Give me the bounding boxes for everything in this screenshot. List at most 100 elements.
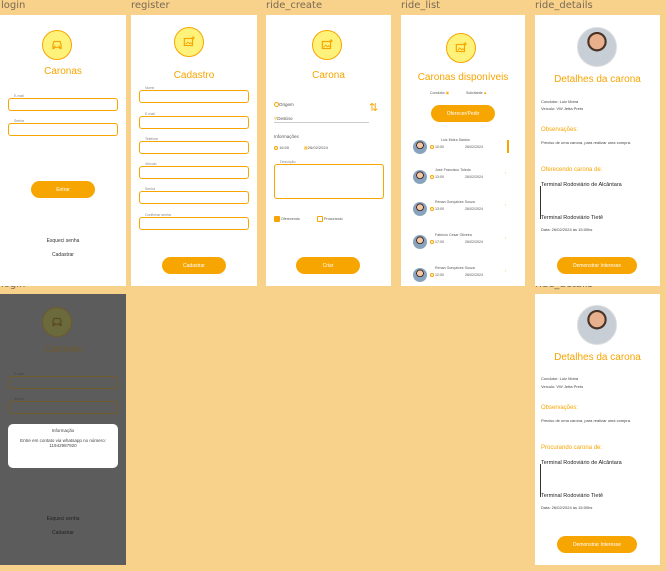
modal-text: Entre em contato via whatsapp no número:… — [20, 438, 106, 449]
list-item[interactable]: Fabrício Cesar Oliveira 17:00 26/02/2024… — [413, 233, 513, 251]
ride-time: 13:00 — [430, 207, 444, 212]
modal-title: Informação — [51, 428, 75, 433]
show-interest-button[interactable]: Demonstrar Interesse — [557, 536, 637, 553]
ride-time: 12:00 — [430, 273, 444, 278]
list-item[interactable]: Luiz Moira Santos 10:00 26/02/2024 — [413, 138, 513, 156]
list-item[interactable]: José Francisco Toledo 13:00 26/02/2024 › — [413, 168, 513, 186]
password-field[interactable]: Senha — [8, 397, 118, 414]
driver-text: Condutor: Luiz Moira — [541, 99, 579, 104]
vehicle-text: Veículo: VW Jetta Preto — [541, 384, 584, 389]
ride-name: Fabrício Cesar Oliveira — [435, 233, 472, 237]
ride-name: Renan Gonçalves Souza — [435, 200, 475, 204]
ride-time: 17:00 — [430, 240, 444, 245]
vehicle-label: Veículo — [144, 162, 158, 166]
password-field[interactable]: Senha — [8, 119, 118, 136]
offer-request-button[interactable]: Oferecer/Pedir — [431, 105, 495, 122]
observations-text: Preciso de uma carona, para realizar uma… — [541, 140, 632, 145]
login-button[interactable]: Entrar — [31, 181, 95, 198]
clock-icon — [430, 145, 434, 150]
chevron-right-icon: › — [505, 236, 507, 240]
clock-icon — [430, 273, 434, 278]
phone-field[interactable]: Telefone — [139, 137, 249, 154]
page-title: Caronas — [44, 66, 82, 77]
person-icon: ♟ — [483, 91, 487, 95]
ride-time: 13:00 — [430, 175, 444, 180]
route-from: Terminal Rodoviário de Alcântara — [541, 182, 622, 188]
ride-date: 26/02/2024 — [465, 175, 483, 179]
car-logo-icon — [42, 307, 72, 337]
requester-filter[interactable]: Solicitante ♟ — [466, 91, 487, 95]
forgot-password-link[interactable]: Esqueci senha — [0, 238, 126, 244]
time-field[interactable]: 16:00 — [274, 145, 289, 150]
confirm-password-field[interactable]: Confirmar senha — [139, 213, 249, 230]
register-password-label: Senha — [144, 187, 157, 191]
destination-field[interactable]: ⚲Destino — [274, 116, 369, 123]
password-label: Senha — [13, 119, 26, 123]
seeking-checkbox[interactable]: Procurando — [317, 216, 343, 222]
name-label: Nome — [144, 86, 156, 90]
avatar — [413, 140, 427, 154]
email-field[interactable]: E-mail — [8, 94, 118, 111]
driver-filter[interactable]: Condutor ▣ — [430, 91, 449, 95]
route-to: Terminal Rodoviário Tietê — [541, 215, 604, 221]
ride-create-screen: Carona Origem ⚲Destino ⇅ Informações 16:… — [266, 15, 391, 286]
list-item[interactable]: Renan Gonçalves Souza 13:00 26/02/2024 › — [413, 200, 513, 218]
frame-label-ride-create: ride_create — [266, 0, 323, 11]
signup-link[interactable]: Cadastrar — [0, 252, 126, 258]
scrollbar[interactable] — [507, 140, 509, 153]
origin-field[interactable]: Origem — [274, 102, 294, 108]
show-interest-button[interactable]: Demonstrar Interesse — [557, 257, 637, 274]
route-from: Terminal Rodoviário de Alcântara — [541, 460, 622, 466]
vehicle-field[interactable]: Veículo — [139, 162, 249, 179]
route-to: Terminal Rodoviário Tietê — [541, 493, 604, 499]
avatar — [413, 268, 427, 282]
car-logo-icon — [42, 30, 72, 60]
offering-checkbox[interactable]: Oferecendo — [274, 216, 300, 222]
observations-text: Preciso de uma carona, para realizar uma… — [541, 418, 632, 423]
ride-date: 26/02/2024 — [465, 207, 483, 211]
clock-icon — [430, 175, 434, 180]
forgot-password-link[interactable]: Esqueci senha — [0, 516, 126, 522]
ride-details-seeking-screen: Detalhes da carona Condutor: Luiz Moira … — [535, 294, 660, 565]
name-field[interactable]: Nome — [139, 86, 249, 103]
password-label: Senha — [13, 397, 26, 401]
phone-label: Telefone — [144, 137, 160, 141]
email-field[interactable]: E-mail — [8, 372, 118, 389]
page-title: Cadastro — [173, 70, 215, 81]
swap-icon[interactable]: ⇅ — [369, 101, 378, 114]
image-add-icon — [446, 33, 476, 63]
observations-title: Observações: — [541, 127, 579, 133]
offering-label: Oferecendo — [281, 216, 300, 221]
login-modal-screen: Caronas E-mail Senha Informação Entre em… — [0, 294, 126, 565]
frame-label-ride-details: ride_details — [535, 0, 593, 11]
register-button[interactable]: Cadastrar — [162, 257, 226, 274]
list-item[interactable]: Renan Gonçalves Souza 12:00 26/02/2024 › — [413, 266, 513, 284]
seeking-title: Procurando carona de: — [541, 445, 603, 451]
clock-icon — [430, 207, 434, 212]
ride-name: Luiz Moira Santos — [441, 138, 470, 142]
ride-date: 26/02/2024 — [465, 240, 483, 244]
page-title: Detalhes da carona — [554, 352, 641, 363]
date-field[interactable]: ▦26/02/2024 — [304, 145, 328, 150]
avatar — [577, 27, 617, 67]
seeking-label: Procurando — [324, 216, 343, 221]
create-button[interactable]: Criar — [296, 257, 360, 274]
frame-label-register: register — [131, 0, 170, 11]
date-value: 26/02/2024 — [307, 145, 328, 150]
description-label: Descrição — [279, 160, 297, 164]
frame-label-ride-list: ride_list — [401, 0, 441, 11]
car-icon: ▣ — [445, 91, 450, 95]
driver-text: Condutor: Luiz Moira — [541, 376, 579, 381]
ride-date: 26/02/2024 — [465, 145, 483, 149]
register-password-field[interactable]: Senha — [139, 187, 249, 204]
ride-time: 10:00 — [430, 145, 444, 150]
page-title: Detalhes da carona — [554, 74, 641, 85]
description-field[interactable]: Descrição — [274, 160, 384, 199]
register-email-field[interactable]: E-mail — [139, 112, 249, 129]
image-add-icon — [174, 27, 204, 57]
register-screen: Cadastro Nome E-mail Telefone Veículo Se… — [131, 15, 257, 286]
login-screen: Caronas E-mail Senha Entrar Esqueci senh… — [0, 15, 126, 286]
email-label: E-mail — [13, 94, 25, 98]
signup-link[interactable]: Cadastrar — [0, 530, 126, 536]
avatar — [577, 305, 617, 345]
